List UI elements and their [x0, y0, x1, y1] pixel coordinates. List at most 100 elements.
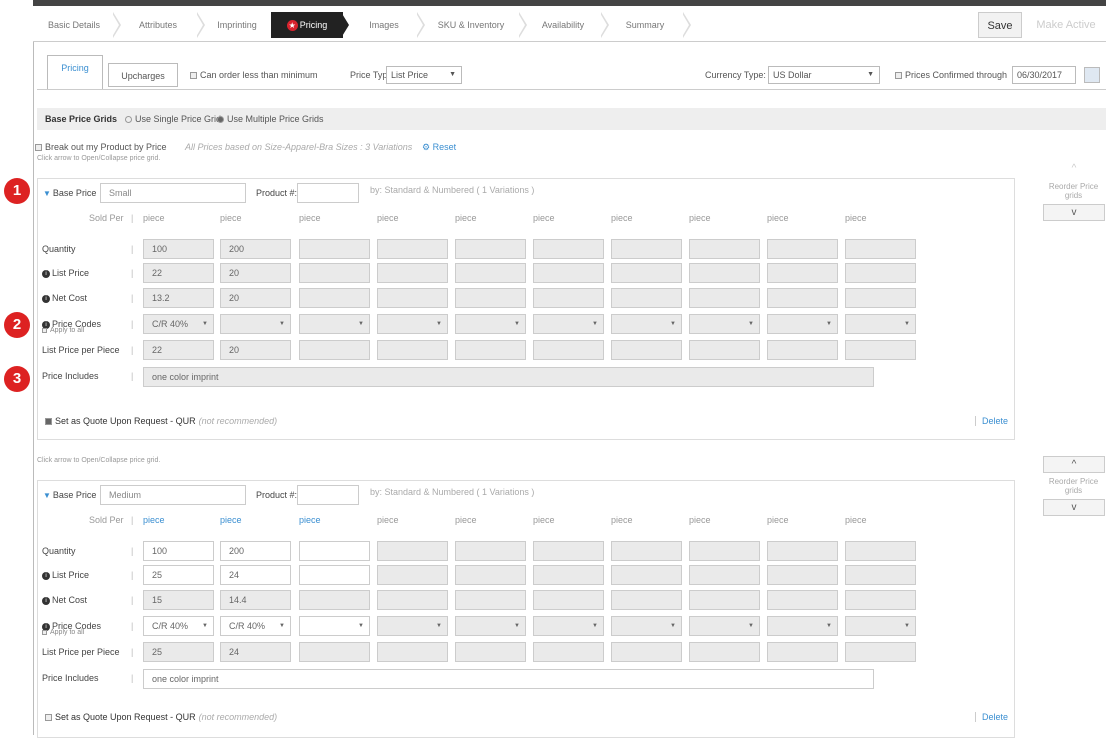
cell-list-price[interactable]: [377, 565, 448, 585]
cell-quantity[interactable]: [767, 239, 838, 259]
qur-checkbox[interactable]: Set as Quote Upon Request - QUR (not reco…: [45, 712, 277, 722]
price-type-select[interactable]: List Price ▼: [386, 66, 462, 84]
cell-quantity[interactable]: [845, 541, 916, 561]
cell-list-price[interactable]: [377, 263, 448, 283]
cell-net-cost[interactable]: [455, 590, 526, 610]
step-basic-details[interactable]: Basic Details: [33, 12, 121, 38]
base-price-name-input[interactable]: Small: [100, 183, 246, 203]
cell-net-cost[interactable]: [299, 288, 370, 308]
cell-list-price[interactable]: [767, 565, 838, 585]
cell-net-cost[interactable]: [299, 590, 370, 610]
cell-quantity[interactable]: [689, 541, 760, 561]
reorder-down-button[interactable]: v: [1043, 204, 1105, 221]
cell-price-codes[interactable]: ▼: [689, 616, 760, 636]
cell-quantity[interactable]: [533, 239, 604, 259]
sold-per-unit[interactable]: piece: [220, 515, 242, 525]
cell-list-price[interactable]: [611, 565, 682, 585]
cell-price-codes[interactable]: ▼: [533, 314, 604, 334]
cell-net-cost[interactable]: [377, 590, 448, 610]
qur-checkbox[interactable]: Set as Quote Upon Request - QUR (not reco…: [45, 416, 277, 426]
cell-net-cost[interactable]: [533, 590, 604, 610]
cell-quantity[interactable]: [611, 239, 682, 259]
cell-net-cost[interactable]: 13.2: [143, 288, 214, 308]
save-button[interactable]: Save: [978, 12, 1022, 38]
cell-net-cost[interactable]: [845, 288, 916, 308]
cell-price-codes[interactable]: ▼: [533, 616, 604, 636]
breakout-checkbox[interactable]: Break out my Product by Price: [35, 142, 167, 152]
cell-net-cost[interactable]: [689, 288, 760, 308]
cell-quantity[interactable]: [689, 239, 760, 259]
cell-price-codes[interactable]: ▼: [689, 314, 760, 334]
cell-quantity[interactable]: [377, 541, 448, 561]
base-price-name-input[interactable]: Medium: [100, 485, 246, 505]
cell-list-price[interactable]: [533, 565, 604, 585]
cell-quantity[interactable]: [533, 541, 604, 561]
make-active-button[interactable]: Make Active: [1026, 12, 1106, 38]
base-price-toggle[interactable]: ▼ Base Price: [43, 490, 96, 500]
cell-list-price[interactable]: [299, 565, 370, 585]
delete-link[interactable]: Delete: [975, 712, 1008, 722]
price-includes-input[interactable]: one color imprint: [143, 367, 874, 387]
apply-to-all-checkbox[interactable]: Apply to all: [42, 327, 84, 334]
cell-price-codes[interactable]: ▼: [220, 314, 291, 334]
step-images[interactable]: Images: [349, 12, 425, 38]
cell-net-cost[interactable]: [611, 590, 682, 610]
currency-select[interactable]: US Dollar ▼: [768, 66, 880, 84]
sold-per-unit[interactable]: piece: [299, 515, 321, 525]
cell-list-price[interactable]: 20: [220, 263, 291, 283]
prices-confirmed-checkbox[interactable]: Prices Confirmed through: [895, 70, 1007, 80]
cell-list-price[interactable]: 24: [220, 565, 291, 585]
cell-quantity[interactable]: 100: [143, 239, 214, 259]
calendar-icon[interactable]: [1084, 67, 1100, 83]
step-attributes[interactable]: Attributes: [117, 12, 205, 38]
confirmed-date-input[interactable]: 06/30/2017: [1012, 66, 1076, 84]
cell-quantity[interactable]: [845, 239, 916, 259]
cell-net-cost[interactable]: 15: [143, 590, 214, 610]
cell-list-price[interactable]: [611, 263, 682, 283]
cell-list-price[interactable]: [767, 263, 838, 283]
cell-price-codes[interactable]: ▼: [299, 616, 370, 636]
cell-price-codes[interactable]: ▼: [767, 616, 838, 636]
cell-price-codes[interactable]: ▼: [455, 616, 526, 636]
step-imprinting[interactable]: Imprinting: [201, 12, 279, 38]
cell-price-codes[interactable]: C/R 40% ▼: [143, 616, 214, 636]
product-number-input[interactable]: [297, 485, 359, 505]
cell-net-cost[interactable]: [689, 590, 760, 610]
cell-list-price[interactable]: [533, 263, 604, 283]
base-price-toggle[interactable]: ▼ Base Price: [43, 188, 96, 198]
sold-per-unit[interactable]: piece: [143, 515, 165, 525]
cell-price-codes[interactable]: ▼: [845, 616, 916, 636]
product-number-input[interactable]: [297, 183, 359, 203]
cell-net-cost[interactable]: [767, 288, 838, 308]
cell-list-price[interactable]: [455, 263, 526, 283]
cell-quantity[interactable]: 200: [220, 541, 291, 561]
cell-net-cost[interactable]: [845, 590, 916, 610]
cell-list-price[interactable]: [845, 565, 916, 585]
cell-net-cost[interactable]: [455, 288, 526, 308]
delete-link[interactable]: Delete: [975, 416, 1008, 426]
step-pricing[interactable]: ★ Pricing: [271, 12, 349, 38]
cell-price-codes[interactable]: ▼: [377, 616, 448, 636]
step-sku-inventory[interactable]: SKU & Inventory: [421, 12, 527, 38]
cell-net-cost[interactable]: 14.4: [220, 590, 291, 610]
cell-price-codes[interactable]: C/R 40% ▼: [220, 616, 291, 636]
cell-quantity[interactable]: [455, 239, 526, 259]
cell-net-cost[interactable]: [611, 288, 682, 308]
cell-quantity[interactable]: [611, 541, 682, 561]
cell-price-codes[interactable]: ▼: [299, 314, 370, 334]
cell-quantity[interactable]: 100: [143, 541, 214, 561]
reorder-down-button[interactable]: v: [1043, 499, 1105, 516]
cell-quantity[interactable]: 200: [220, 239, 291, 259]
cell-quantity[interactable]: [299, 541, 370, 561]
price-includes-input[interactable]: one color imprint: [143, 669, 874, 689]
apply-to-all-checkbox[interactable]: Apply to all: [42, 629, 84, 636]
cell-list-price[interactable]: 22: [143, 263, 214, 283]
multiple-grids-radio[interactable]: Use Multiple Price Grids: [217, 114, 324, 124]
tab-upcharges[interactable]: Upcharges: [108, 63, 178, 87]
step-summary[interactable]: Summary: [605, 12, 691, 38]
cell-net-cost[interactable]: [533, 288, 604, 308]
cell-list-price[interactable]: [299, 263, 370, 283]
cell-price-codes[interactable]: C/R 40% ▼: [143, 314, 214, 334]
reorder-up-button[interactable]: ^: [1043, 161, 1105, 178]
cell-list-price[interactable]: [689, 263, 760, 283]
